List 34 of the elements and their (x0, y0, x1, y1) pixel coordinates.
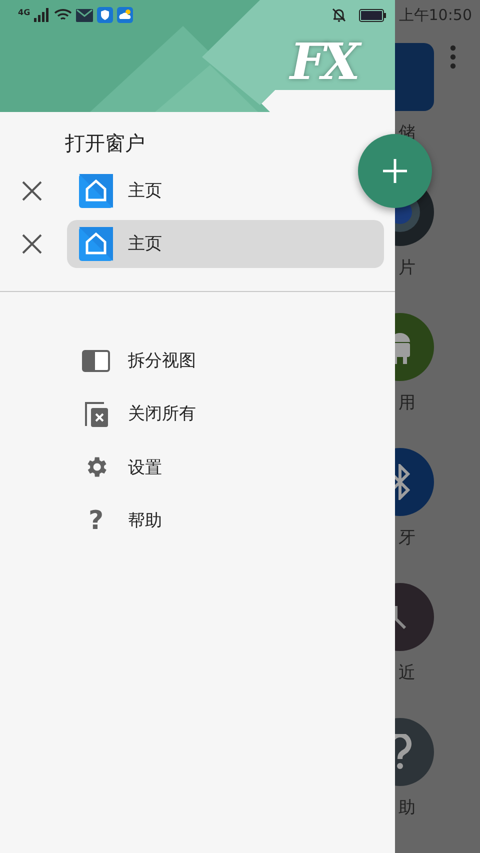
network-type: 4G (18, 8, 30, 17)
window-item[interactable]: 主页 (67, 220, 384, 268)
app-label: 近 (398, 662, 416, 684)
battery-icon (358, 8, 387, 22)
menu-item[interactable]: 拆分视图 (0, 334, 395, 388)
close-all-icon (83, 400, 109, 428)
app-label: 片 (398, 257, 416, 279)
menu-item[interactable]: 关闭所有 (0, 387, 395, 441)
app-label: 牙 (398, 527, 416, 549)
split-view-icon (82, 350, 110, 372)
wifi-icon (54, 8, 72, 22)
home-icon (79, 226, 113, 260)
app-logo: FX (290, 34, 356, 90)
weather-icon (117, 7, 134, 23)
plus-icon (381, 157, 409, 185)
window-item[interactable]: 主页 (67, 166, 174, 214)
status-time: 上午10:50 (398, 6, 472, 24)
app-label: 用 (398, 392, 416, 414)
app-label: 助 (398, 797, 416, 819)
close-icon (20, 178, 44, 202)
signal-icon (34, 8, 50, 22)
more-options-icon (450, 44, 456, 68)
menu-item[interactable]: ? 帮助 (0, 494, 395, 548)
menu-item[interactable]: 设置 (0, 440, 395, 494)
mail-icon (76, 8, 94, 22)
bell-off-icon (330, 7, 347, 23)
window-label: 主页 (128, 180, 162, 202)
home-icon (79, 174, 113, 208)
clock-hands-icon (394, 606, 406, 628)
help-icon: ? (88, 506, 104, 536)
section-title: 打开窗户 (64, 130, 146, 156)
shield-icon (97, 7, 114, 23)
close-icon (20, 232, 44, 256)
window-label: 主页 (128, 233, 162, 255)
